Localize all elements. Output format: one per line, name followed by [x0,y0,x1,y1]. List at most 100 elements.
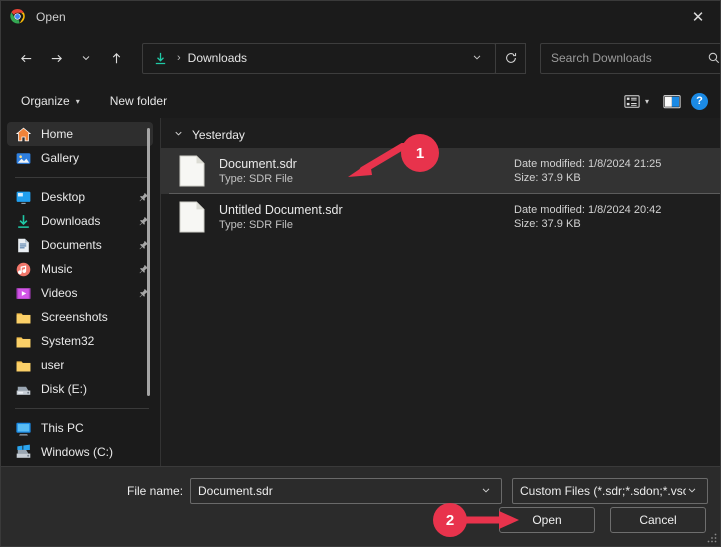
new-folder-button[interactable]: New folder [102,89,175,113]
sidebar-item-label: Music [41,262,73,276]
recent-locations-chevron-down-icon[interactable] [71,43,101,73]
navigation-bar: › Downloads [1,32,720,84]
annotation-badge-1: 1 [401,134,439,172]
downloads-arrow-icon [153,51,168,66]
sidebar-item-label: Videos [41,286,78,300]
file-type: Type: SDR File [219,219,293,231]
close-icon[interactable]: ✕ [676,1,720,32]
file-type-dropdown[interactable]: Custom Files (*.sdr;*.sdon;*.vso [512,478,708,504]
table-row[interactable]: Untitled Document.sdr Type: SDR File Date … [161,194,720,240]
file-type: Type: SDR File [219,173,293,185]
sidebar-item-label: This PC [41,421,84,435]
windows-drive-icon [15,444,32,461]
chrome-icon [9,8,26,25]
sidebar-item-label: Windows (C:) [41,445,114,459]
file-name-label: File name: [127,484,184,498]
view-options-button[interactable]: ▾ [620,90,653,113]
organize-button[interactable]: Organize ▾ [13,89,88,113]
sidebar-separator [15,177,149,178]
file-attributes: Date modified: 1/8/2024 20:42 Size: 37.9 … [514,204,710,230]
search-icon[interactable] [707,51,720,65]
file-group-header[interactable]: Yesterday [161,122,720,148]
folder-icon [15,309,32,326]
file-name-field[interactable] [190,478,502,504]
file-name-input[interactable] [191,484,480,498]
drive-icon [15,381,32,398]
sidebar-item-windows-c[interactable]: Windows (C:) [7,440,153,464]
forward-icon[interactable] [41,43,71,73]
back-icon[interactable] [11,43,41,73]
sidebar-item-label: Gallery [41,151,80,165]
sidebar-item-music[interactable]: Music [7,257,153,281]
sidebar-item-label: user [41,358,65,372]
resize-grip-icon[interactable] [707,533,717,543]
file-name-chevron-down-icon[interactable] [480,484,492,499]
sidebar-item-disk-e[interactable]: Disk (E:) [7,377,153,401]
file-size: Size: 37.9 KB [514,172,581,184]
file-icon [179,201,205,233]
up-icon[interactable] [101,43,131,73]
sidebar-item-user[interactable]: user [7,353,153,377]
music-icon [15,261,32,278]
dialog-footer: File name: Custom Files (*.sdr;*.sdon;*.… [1,466,720,546]
sidebar-item-downloads[interactable]: Downloads [7,209,153,233]
navigation-pane: Home Gallery Desktop Downloads Documents Musi… [1,118,161,466]
preview-pane-icon[interactable] [657,90,687,113]
table-row[interactable]: Document.sdr Type: SDR File Date modified:… [161,148,720,194]
search-input[interactable] [541,51,707,65]
organize-label: Organize [21,94,70,108]
sidebar-item-desktop[interactable]: Desktop [7,185,153,209]
refresh-icon[interactable] [495,42,526,74]
window-title: Open [36,9,66,24]
file-type-value: Custom Files (*.sdr;*.sdon;*.vso [520,484,686,498]
sidebar-item-this-pc[interactable]: This PC [7,416,153,440]
breadcrumb[interactable]: › Downloads [142,42,496,74]
file-type-chevron-down-icon[interactable] [686,484,698,499]
sidebar-item-screenshots[interactable]: Screenshots [7,305,153,329]
open-button[interactable]: Open [499,507,595,533]
file-name: Document.sdr [219,157,297,171]
gallery-icon [15,150,32,167]
sidebar-separator [15,408,149,409]
folder-icon [15,333,32,350]
sidebar-item-system32[interactable]: System32 [7,329,153,353]
sidebar-item-videos[interactable]: Videos [7,281,153,305]
sidebar-item-label: Disk (E:) [41,382,87,396]
file-list: Yesterday Document.sdr Type: SDR File Date… [161,118,720,466]
home-icon [15,126,32,143]
chevron-down-icon: ▾ [644,96,649,106]
sidebar-item-label: Screenshots [41,310,108,324]
this-pc-icon [15,420,32,437]
sidebar-scrollbar[interactable] [147,128,150,396]
downloads-icon [15,213,32,230]
cancel-button[interactable]: Cancel [610,507,706,533]
breadcrumb-separator: › [177,52,181,64]
sidebar-item-label: Desktop [41,190,86,204]
sidebar-item-label: System32 [41,334,95,348]
documents-icon [15,237,32,254]
search-box[interactable] [540,42,720,74]
sidebar-item-label: Downloads [41,214,101,228]
sidebar-list: Home Gallery Desktop Downloads Documents Musi… [1,118,161,464]
sidebar-item-label: Documents [41,238,102,252]
sidebar-item-label: Home [41,127,74,141]
command-bar-right: ▾ ? [620,90,708,113]
sidebar-item-gallery[interactable]: Gallery [7,146,153,170]
chevron-down-icon[interactable] [173,128,184,142]
chevron-down-icon: ▾ [75,96,80,106]
help-icon[interactable]: ? [691,92,708,110]
breadcrumb-chevron-down-icon[interactable] [471,51,483,66]
dialog-body: Home Gallery Desktop Downloads Documents Musi… [1,118,720,466]
file-group-label: Yesterday [192,128,245,142]
file-info: Untitled Document.sdr Type: SDR File [219,203,343,231]
breadcrumb-path[interactable]: Downloads [188,51,247,65]
videos-icon [15,285,32,302]
annotation-badge-2: 2 [433,503,467,537]
open-file-dialog: Open ✕ › Downloads Search Downloads Orga… [0,0,721,547]
file-attributes: Date modified: 1/8/2024 21:25 Size: 37.9 … [514,158,710,184]
title-bar: Open ✕ [1,1,720,32]
file-size: Size: 37.9 KB [514,218,581,230]
sidebar-item-documents[interactable]: Documents [7,233,153,257]
sidebar-item-home[interactable]: Home [7,122,153,146]
new-folder-label: New folder [109,94,168,108]
